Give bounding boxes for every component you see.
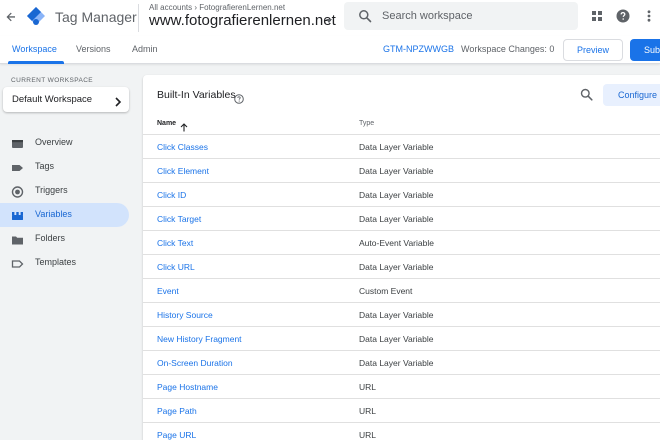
tab-workspace[interactable]: Workspace	[12, 44, 57, 54]
column-header-type[interactable]: Type	[359, 120, 374, 127]
variable-type: Data Layer Variable	[359, 214, 434, 224]
variable-name-link[interactable]: On-Screen Duration	[157, 358, 233, 368]
sort-arrow-up-icon[interactable]	[180, 119, 188, 132]
table-row[interactable]: Click ID Data Layer Variable	[143, 183, 660, 207]
current-workspace-label: CURRENT WORKSPACE	[11, 77, 94, 84]
variable-name-link[interactable]: Event	[157, 286, 179, 296]
variable-name-link[interactable]: Click URL	[157, 262, 195, 272]
app-header: Tag Manager All accounts › Fotografieren…	[0, 0, 660, 36]
variable-type: Data Layer Variable	[359, 310, 434, 320]
preview-button[interactable]: Preview	[563, 39, 623, 61]
header-divider	[138, 4, 139, 32]
sidebar-item-label: Overview	[35, 137, 73, 147]
variable-type: Data Layer Variable	[359, 142, 434, 152]
overview-icon	[11, 137, 24, 149]
table-row[interactable]: History Source Data Layer Variable	[143, 303, 660, 327]
card-title: Built-In Variables	[157, 89, 236, 101]
help-icon[interactable]	[616, 9, 630, 23]
variable-name-link[interactable]: History Source	[157, 310, 213, 320]
sidebar-item-folders[interactable]: Folders	[0, 227, 129, 251]
variable-name-link[interactable]: Click Element	[157, 166, 209, 176]
trigger-icon	[11, 185, 24, 198]
workspace-selector[interactable]: Default Workspace	[3, 87, 129, 112]
variable-type: URL	[359, 406, 377, 416]
table-row[interactable]: Event Custom Event	[143, 279, 660, 303]
table-header: Name Type	[143, 111, 660, 135]
variable-name-link[interactable]: Page Hostname	[157, 382, 218, 392]
container-id[interactable]: GTM-NPZWWGB	[383, 44, 454, 54]
help-outline-icon[interactable]	[234, 91, 244, 104]
submit-button[interactable]: Submit	[630, 39, 660, 61]
folder-icon	[11, 233, 24, 245]
gtm-logo-icon[interactable]	[26, 6, 46, 28]
table-row[interactable]: Click Text Auto-Event Variable	[143, 231, 660, 255]
tab-admin[interactable]: Admin	[132, 44, 158, 54]
variable-type: URL	[359, 430, 377, 440]
variable-type: Data Layer Variable	[359, 166, 434, 176]
active-tab-indicator	[8, 61, 64, 64]
sidebar-item-label: Variables	[35, 209, 72, 219]
table-row[interactable]: Click URL Data Layer Variable	[143, 255, 660, 279]
container-selector[interactable]: www.fotografierenlernen.net	[149, 12, 336, 29]
search-icon	[358, 9, 372, 23]
configure-button[interactable]: Configure	[603, 84, 660, 106]
variable-type: Data Layer Variable	[359, 358, 434, 368]
search-input[interactable]	[382, 6, 562, 26]
table-row[interactable]: New History Fragment Data Layer Variable	[143, 327, 660, 351]
sidebar-item-label: Templates	[35, 257, 77, 267]
variable-type: Custom Event	[359, 286, 413, 296]
template-icon	[11, 257, 24, 269]
variable-type: Data Layer Variable	[359, 334, 434, 344]
sidebar-item-label: Folders	[35, 233, 66, 243]
variable-name-link[interactable]: Page URL	[157, 430, 196, 440]
search-bar[interactable]	[344, 2, 578, 30]
workspace-name: Default Workspace	[12, 94, 93, 105]
variables-icon	[11, 209, 24, 221]
variable-name-link[interactable]: Click Classes	[157, 142, 208, 152]
back-arrow-icon[interactable]	[4, 10, 18, 24]
sidebar-item-triggers[interactable]: Triggers	[0, 179, 129, 203]
table-row[interactable]: Page URL URL	[143, 423, 660, 440]
apps-grid-icon[interactable]	[590, 9, 604, 23]
container-dropdown-icon[interactable]	[326, 19, 332, 23]
sidebar-item-templates[interactable]: Templates	[0, 251, 129, 275]
variable-type: Auto-Event Variable	[359, 238, 434, 248]
sidebar-item-label: Triggers	[35, 185, 68, 195]
sidebar-item-label: Tags	[35, 161, 55, 171]
table-row[interactable]: On-Screen Duration Data Layer Variable	[143, 351, 660, 375]
variable-name-link[interactable]: Page Path	[157, 406, 197, 416]
built-in-variables-card: Built-In Variables Configure Name Type C…	[143, 75, 660, 440]
table-row[interactable]: Click Target Data Layer Variable	[143, 207, 660, 231]
variable-name-link[interactable]: New History Fragment	[157, 334, 242, 344]
tag-icon	[11, 161, 24, 173]
table-row[interactable]: Click Classes Data Layer Variable	[143, 135, 660, 159]
variable-type: Data Layer Variable	[359, 262, 434, 272]
variable-name-link[interactable]: Click Text	[157, 238, 193, 248]
table-row[interactable]: Page Path URL	[143, 399, 660, 423]
search-icon[interactable]	[580, 88, 593, 101]
variable-name-link[interactable]: Click ID	[157, 190, 186, 200]
workspace-changes: Workspace Changes: 0	[461, 44, 555, 54]
variable-type: Data Layer Variable	[359, 190, 434, 200]
tab-bar: Workspace Versions Admin GTM-NPZWWGB Wor…	[0, 36, 660, 64]
sidebar-item-tags[interactable]: Tags	[0, 155, 129, 179]
variable-name-link[interactable]: Click Target	[157, 214, 201, 224]
more-vert-icon[interactable]	[642, 9, 656, 23]
table-row[interactable]: Click Element Data Layer Variable	[143, 159, 660, 183]
accounts-breadcrumb[interactable]: All accounts › FotografierenLernen.net	[149, 3, 285, 12]
tab-versions[interactable]: Versions	[76, 44, 111, 54]
variable-type: URL	[359, 382, 377, 392]
column-header-name[interactable]: Name	[157, 120, 176, 127]
sidebar-item-overview[interactable]: Overview	[0, 131, 129, 155]
table-row[interactable]: Page Hostname URL	[143, 375, 660, 399]
sidebar-item-variables[interactable]: Variables	[0, 203, 129, 227]
product-name: Tag Manager	[55, 9, 137, 25]
chevron-right-icon	[114, 94, 122, 107]
